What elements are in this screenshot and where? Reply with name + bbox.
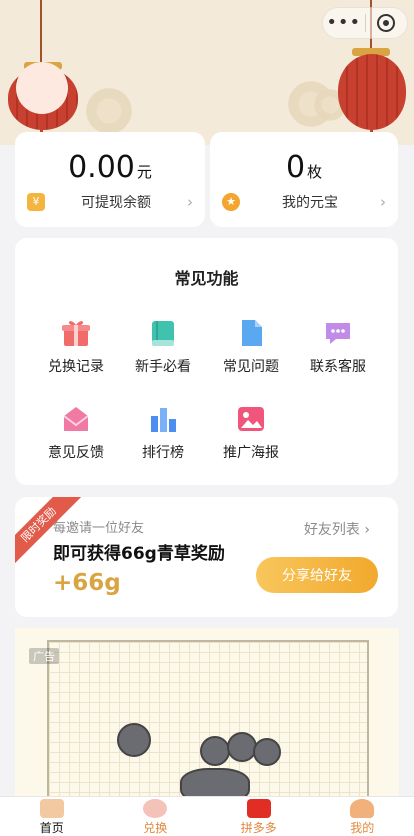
- chevron-right-icon: ›: [187, 193, 193, 211]
- ingot-balance-label: 我的元宝: [282, 195, 338, 211]
- feature-contact-support[interactable]: 联系客服: [294, 318, 382, 376]
- ingot-balance-card[interactable]: 0枚 ★ 我的元宝 ›: [210, 132, 398, 227]
- penguin-illustration: [227, 732, 257, 762]
- invite-card: 限时奖励 每邀请一位好友 即可获得66g青草奖励 +66g 好友列表 › 分享给…: [15, 497, 398, 617]
- chevron-right-icon: ›: [380, 193, 386, 211]
- star-icon: ★: [222, 193, 240, 211]
- penguin-illustration: [200, 736, 230, 766]
- friends-list-link[interactable]: 好友列表 ›: [304, 519, 370, 539]
- tab-home[interactable]: 首页: [0, 797, 104, 836]
- home-gift-icon: [39, 799, 64, 818]
- gift-icon: [62, 321, 90, 346]
- coin-icon: ¥: [27, 193, 45, 211]
- penguin-illustration: [117, 723, 151, 757]
- tab-pinduoduo[interactable]: 拼多多: [207, 797, 311, 836]
- feature-faq[interactable]: 常见问题: [207, 318, 295, 376]
- features-card: 常见功能 兑换记录 新手必看 常见问题 联系客服 意见反馈 排行榜 推广海报: [15, 238, 398, 485]
- invite-subtitle: 每邀请一位好友: [53, 521, 145, 536]
- invite-amount: +66g: [53, 570, 121, 596]
- feature-feedback[interactable]: 意见反馈: [32, 404, 120, 462]
- feature-beginner-guide[interactable]: 新手必看: [119, 318, 207, 376]
- close-miniprogram-button[interactable]: [366, 14, 408, 32]
- moon-decoration: [16, 62, 68, 114]
- tab-exchange[interactable]: 兑换: [104, 797, 208, 836]
- ad-label: 广告: [29, 648, 59, 664]
- book-icon: [152, 321, 174, 346]
- profile-icon: [350, 799, 375, 818]
- exchange-icon: [143, 799, 168, 818]
- feature-redeem-history[interactable]: 兑换记录: [32, 318, 120, 376]
- cash-balance-card[interactable]: 0.00 元 ¥ 可提现余额 ›: [15, 132, 205, 227]
- feature-promo-poster[interactable]: 推广海报: [207, 404, 295, 462]
- bar-chart-icon: [151, 408, 176, 432]
- features-title: 常见功能: [174, 269, 239, 288]
- lantern-right: [338, 54, 406, 130]
- invite-title: 即可获得66g青草奖励: [53, 544, 225, 564]
- lantern-string: [40, 0, 42, 62]
- ad-banner[interactable]: 广告: [15, 628, 399, 796]
- chevron-right-icon: ›: [364, 522, 370, 538]
- penguin-illustration: [253, 738, 281, 766]
- tab-bar: 首页 兑换 拼多多 我的: [0, 796, 414, 836]
- feature-leaderboard[interactable]: 排行榜: [119, 404, 207, 462]
- target-icon: [377, 14, 396, 32]
- ingot-balance-value: 0枚: [285, 150, 323, 185]
- cash-balance-value: 0.00 元: [68, 150, 152, 185]
- more-menu-button[interactable]: •••: [323, 8, 365, 38]
- tab-mine[interactable]: 我的: [311, 797, 414, 836]
- image-icon: [238, 407, 264, 431]
- miniprogram-capsule: •••: [322, 7, 408, 39]
- document-icon: [242, 320, 262, 346]
- pinduoduo-icon: [246, 799, 271, 818]
- share-to-friends-button[interactable]: 分享给好友: [256, 557, 378, 593]
- cash-balance-label: 可提现余额: [81, 195, 151, 211]
- chat-icon: [326, 323, 350, 344]
- envelope-icon: [63, 407, 89, 431]
- penguin-illustration: [180, 768, 250, 796]
